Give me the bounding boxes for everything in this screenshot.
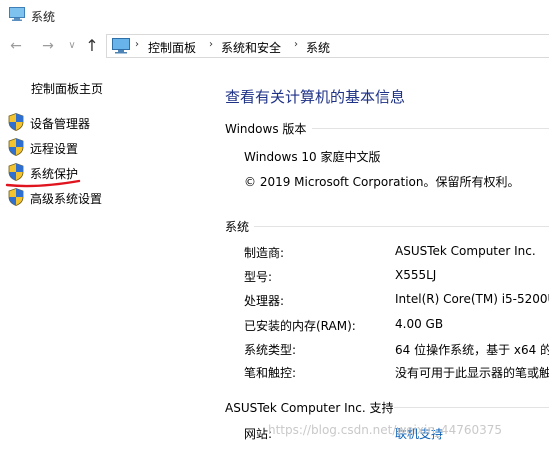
support-section-header: ASUSTek Computer Inc. 支持	[225, 401, 394, 415]
windows-edition-header: Windows 版本	[225, 122, 307, 136]
windows-copyright: © 2019 Microsoft Corporation。保留所有权利。	[244, 175, 520, 189]
sidebar-item-label: 高级系统设置	[30, 192, 103, 206]
section-divider	[312, 128, 549, 129]
control-panel-home-link[interactable]: 控制面板主页	[31, 80, 103, 97]
system-type-value: 64 位操作系统，基于 x64 的	[395, 343, 549, 357]
ram-label: 已安装的内存(RAM):	[244, 319, 356, 333]
navigation-bar: ← → ∨ ↑ › 控制面板 › 系统和安全 › 系统	[0, 30, 549, 62]
breadcrumb-control-panel[interactable]: 控制面板	[148, 39, 196, 56]
pen-touch-label: 笔和触控:	[244, 366, 297, 380]
breadcrumb-separator-icon: ›	[135, 39, 139, 50]
manufacturer-value: ASUSTek Computer Inc.	[395, 244, 536, 258]
model-label: 型号:	[244, 270, 273, 284]
main-content: 查看有关计算机的基本信息 Windows 版本 Windows 10 家庭中文版…	[210, 62, 549, 450]
back-arrow-icon[interactable]: ←	[8, 38, 24, 54]
pen-touch-value: 没有可用于此显示器的笔或触	[395, 366, 549, 380]
windows-edition-name: Windows 10 家庭中文版	[244, 150, 381, 164]
breadcrumb-separator-icon: ›	[209, 39, 213, 50]
system-type-label: 系统类型:	[244, 343, 297, 357]
processor-value: Intel(R) Core(TM) i5-5200U	[395, 292, 549, 306]
up-arrow-icon[interactable]: ↑	[84, 38, 100, 54]
watermark-text: https://blog.csdn.net/weixin_44760375	[268, 423, 503, 437]
ram-value: 4.00 GB	[395, 317, 444, 331]
control-panel-icon	[112, 38, 130, 57]
red-annotation-underline	[5, 177, 81, 192]
forward-arrow-icon[interactable]: →	[40, 38, 56, 54]
shield-icon	[8, 113, 24, 134]
manufacturer-label: 制造商:	[244, 246, 285, 260]
window-title: 系统	[31, 10, 56, 24]
page-title: 查看有关计算机的基本信息	[225, 88, 406, 106]
recent-chevron-down-icon[interactable]: ∨	[64, 38, 80, 54]
shield-icon	[8, 138, 24, 159]
sidebar-item-device-manager[interactable]: 设备管理器	[8, 112, 208, 134]
breadcrumb-system[interactable]: 系统	[306, 39, 330, 56]
breadcrumb-system-security[interactable]: 系统和安全	[221, 39, 281, 56]
title-bar: 系统	[0, 0, 549, 30]
breadcrumb-separator-icon: ›	[294, 39, 298, 50]
sidebar-item-label: 设备管理器	[30, 117, 91, 131]
system-section-header: 系统	[225, 220, 250, 234]
sidebar-item-label: 远程设置	[30, 142, 79, 156]
section-divider	[394, 407, 549, 408]
processor-label: 处理器:	[244, 294, 285, 308]
address-bar[interactable]: › 控制面板 › 系统和安全 › 系统	[106, 34, 549, 58]
model-value: X555LJ	[395, 268, 437, 282]
sidebar-item-remote-settings[interactable]: 远程设置	[8, 137, 208, 159]
section-divider	[254, 226, 549, 227]
system-window-icon	[9, 7, 25, 24]
left-pane: 控制面板主页 设备管理器 远程设置 系统保护 高级系统设置	[0, 62, 210, 450]
